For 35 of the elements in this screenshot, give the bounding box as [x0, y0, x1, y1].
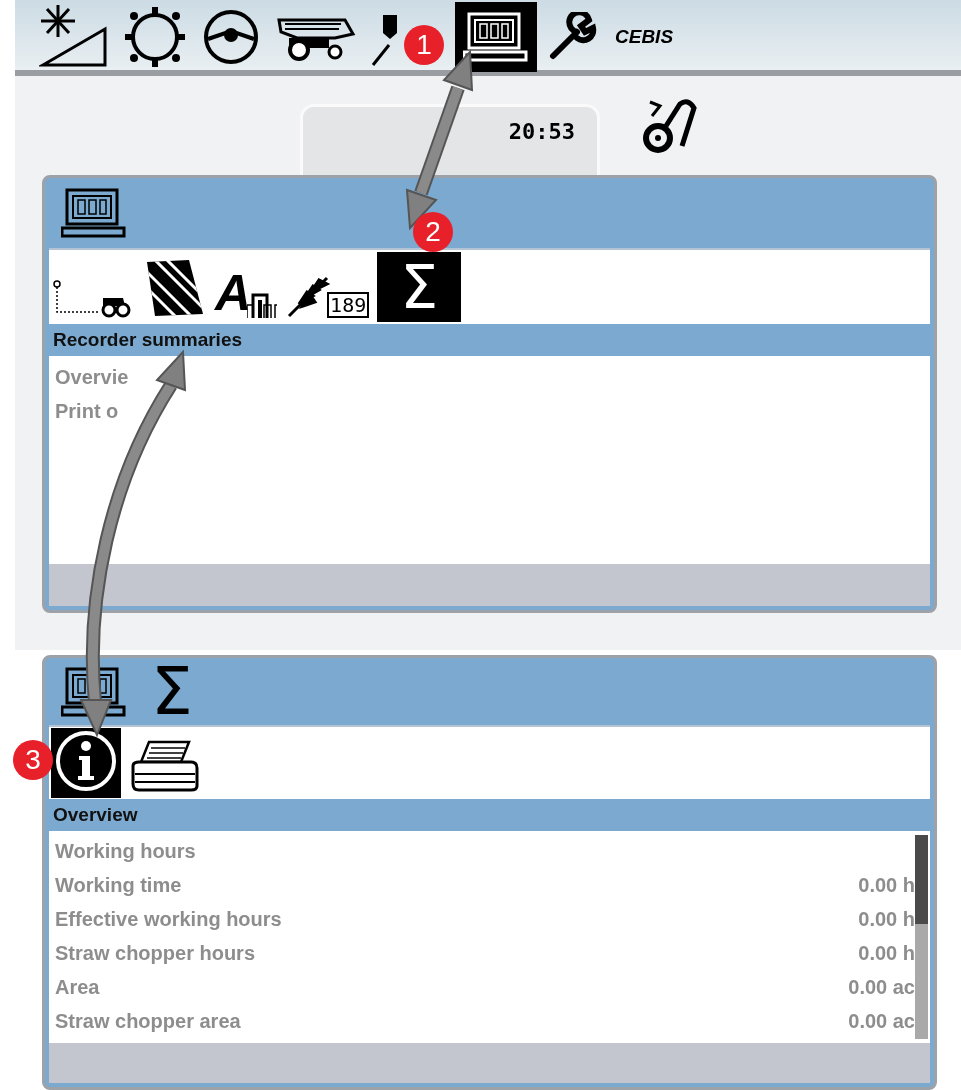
- brand-label: CEBIS: [615, 26, 674, 48]
- row-label: Print o: [55, 399, 119, 423]
- row-value: 0.00 h: [858, 874, 915, 898]
- sun-slope-icon: [39, 5, 109, 69]
- steering-wheel-icon: [201, 7, 261, 67]
- wrench-icon: [547, 12, 597, 62]
- row-label: Straw chopper area: [55, 1010, 241, 1034]
- row-label: Overvie: [55, 365, 129, 389]
- scrollbar[interactable]: [915, 834, 928, 1039]
- row-label: Working hours: [55, 840, 196, 864]
- clock-time: 20:53: [508, 119, 575, 146]
- tab[interactable]: [51, 727, 121, 798]
- counter-monitor-icon: [463, 11, 529, 63]
- sigma-label: Σ: [151, 661, 193, 722]
- row-value: 0.00 ac: [848, 1010, 915, 1034]
- toolbar-button[interactable]: [455, 2, 537, 72]
- row-value: 0.00 ac: [848, 976, 915, 1000]
- row-label: Straw chopper hours: [55, 942, 256, 966]
- section-title: Recorder summaries: [52, 328, 244, 352]
- tab[interactable]: 189: [285, 252, 372, 322]
- counter-icon: [247, 292, 278, 318]
- row-label: Working time: [55, 874, 182, 898]
- row-label: Effective working hours: [55, 908, 282, 932]
- callout-badge: 3: [13, 740, 53, 780]
- section-title: Overview: [52, 802, 139, 827]
- tab[interactable]: A: [213, 252, 280, 322]
- tab[interactable]: Σ: [377, 252, 462, 322]
- tractor-route-icon: [53, 278, 133, 318]
- gear-icon: [123, 5, 187, 69]
- row-label: Area: [55, 976, 100, 1000]
- rotor-icon: [640, 98, 700, 154]
- scrollbar-thumb[interactable]: [915, 834, 928, 925]
- counter-monitor-icon: [61, 187, 127, 239]
- row-value: 0.00 h: [858, 908, 915, 932]
- row-value: 0.00 h: [858, 942, 915, 966]
